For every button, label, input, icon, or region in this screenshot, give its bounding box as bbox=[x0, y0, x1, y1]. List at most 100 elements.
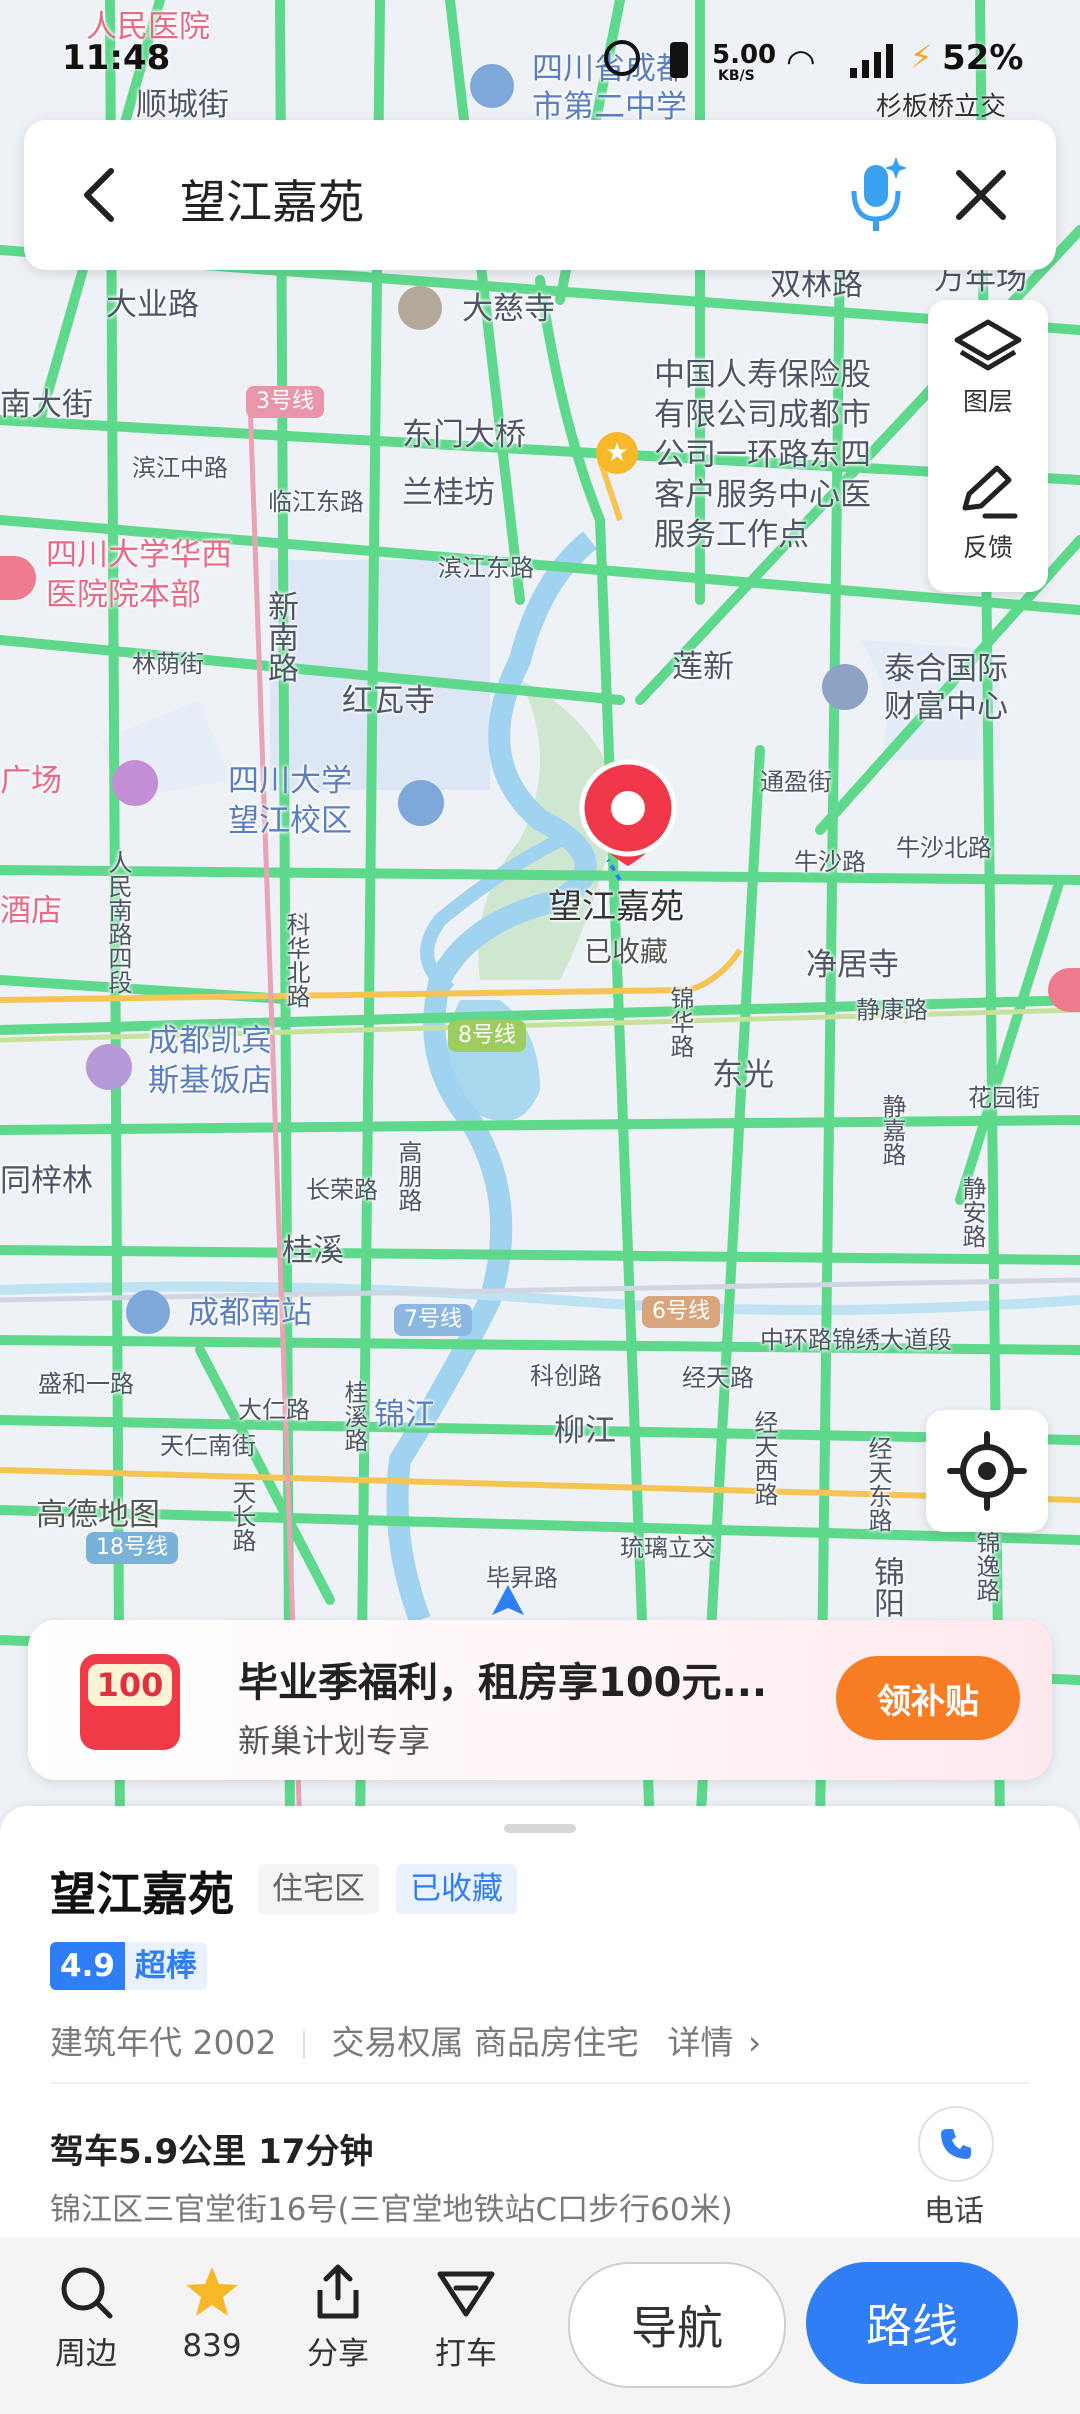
map-label: 滨江东路 bbox=[438, 554, 534, 582]
promo-banner[interactable]: 100 毕业季福利，租房享100元... 新巢计划专享 领补贴 bbox=[28, 1620, 1052, 1780]
claim-subsidy-button[interactable]: 领补贴 bbox=[836, 1656, 1020, 1740]
map-label: 静康路 bbox=[856, 996, 928, 1024]
route-button[interactable]: 路线 bbox=[806, 2262, 1018, 2384]
search-query[interactable]: 望江嘉苑 bbox=[180, 166, 364, 232]
taxi-button[interactable]: 打车 bbox=[416, 2264, 516, 2373]
layers-icon bbox=[954, 319, 1022, 371]
map-label: 东门大桥 bbox=[402, 417, 526, 453]
star-poi-icon: ★ bbox=[596, 432, 638, 474]
search-icon bbox=[61, 2267, 113, 2319]
building-icon bbox=[822, 664, 868, 710]
saved-tag: 已收藏 bbox=[396, 1864, 517, 1914]
map-label: 经天东路 bbox=[864, 1436, 892, 1532]
metro-line-8-badge: 8号线 bbox=[448, 1020, 526, 1053]
net-speed-unit: KB/S bbox=[718, 68, 755, 84]
close-button[interactable] bbox=[946, 160, 1016, 230]
share-icon bbox=[317, 2264, 359, 2319]
metro-line-3-badge: 3号线 bbox=[246, 386, 324, 419]
map-label: 东光 bbox=[712, 1057, 774, 1093]
map-label: 花园街 bbox=[968, 1084, 1040, 1112]
map-label: 中环路锦绣大道段 bbox=[760, 1326, 952, 1354]
map-label: 天长路 bbox=[228, 1480, 256, 1552]
sheet-handle[interactable] bbox=[504, 1824, 576, 1833]
pin-label[interactable]: 望江嘉苑 bbox=[548, 890, 684, 924]
temple-icon bbox=[398, 286, 442, 330]
promo-subtitle: 新巢计划专享 bbox=[238, 1722, 431, 1760]
edit-icon bbox=[962, 465, 1018, 519]
address: 锦江区三官堂街16号(三官堂地铁站C口步行60米) bbox=[50, 2192, 733, 2228]
share-button[interactable]: 分享 bbox=[288, 2264, 388, 2373]
metro-line-6-badge: 6号线 bbox=[642, 1296, 720, 1329]
metro-line-18-badge: 18号线 bbox=[86, 1532, 178, 1565]
microphone-icon bbox=[851, 157, 907, 231]
place-name: 望江嘉苑 bbox=[50, 1867, 234, 1921]
layers-button[interactable]: 图层 bbox=[928, 316, 1048, 418]
signal-icon bbox=[848, 44, 900, 78]
divider bbox=[50, 2082, 1030, 2084]
map-label: 盛和一路 bbox=[38, 1370, 134, 1398]
net-speed: 5.00 bbox=[712, 40, 777, 70]
map-label: 斯基饭店 bbox=[148, 1063, 272, 1099]
map-label: 大业路 bbox=[106, 287, 199, 323]
phone-icon bbox=[941, 2129, 971, 2159]
map-label: 医院院本部 bbox=[46, 577, 201, 613]
favorites-button[interactable]: 839 bbox=[162, 2264, 262, 2364]
metro-line-7-badge: 7号线 bbox=[394, 1304, 472, 1337]
map-label: 财富中心 bbox=[884, 689, 1008, 725]
red-envelope-icon: 100 bbox=[80, 1654, 180, 1750]
info-line[interactable]: 建筑年代 2002 交易权属 商品房住宅 详情 › bbox=[50, 2016, 761, 2064]
station-icon bbox=[126, 1290, 170, 1334]
map-view[interactable]: ★ 人民医院 顺城街 四川省成都 市第二中学 大业路 大慈寺 双林路 万年场 南… bbox=[0, 0, 1080, 1830]
map-label: 通盈街 bbox=[760, 768, 832, 796]
map-label: 客户服务中心医 bbox=[654, 477, 871, 513]
share-label: 分享 bbox=[307, 2336, 369, 2372]
map-label: 泰合国际 bbox=[884, 651, 1008, 687]
phone-label: 电话 bbox=[924, 2194, 984, 2229]
map-label: 大慈寺 bbox=[462, 291, 555, 327]
map-label: 有限公司成都市 bbox=[654, 397, 871, 433]
school-icon bbox=[470, 64, 514, 108]
map-label: 牛沙路 bbox=[794, 848, 866, 876]
map-label: 望江校区 bbox=[228, 803, 352, 839]
navigate-button[interactable]: 导航 bbox=[568, 2262, 786, 2388]
nearby-button[interactable]: 周边 bbox=[36, 2264, 136, 2373]
nearby-label: 周边 bbox=[55, 2336, 117, 2372]
alarm-icon bbox=[604, 40, 640, 76]
feedback-label: 反馈 bbox=[962, 533, 1013, 562]
map-label: 长荣路 bbox=[306, 1176, 378, 1204]
map-label: 净居寺 bbox=[806, 947, 899, 983]
map-label: 四川大学 bbox=[228, 763, 352, 799]
map-label: 琉璃立交 bbox=[620, 1534, 716, 1562]
battery-level: 52% bbox=[942, 38, 1024, 78]
charging-icon: ⚡ bbox=[910, 38, 933, 76]
rating-label: 超棒 bbox=[124, 1942, 207, 1990]
back-button[interactable] bbox=[64, 160, 134, 230]
map-tools-panel: 图层 反馈 bbox=[928, 300, 1048, 592]
voice-search-button[interactable] bbox=[836, 150, 916, 240]
rating-score: 4.9 bbox=[50, 1942, 125, 1990]
map-label: 桂溪路 bbox=[340, 1380, 368, 1452]
map-label: 新南路 bbox=[262, 590, 298, 683]
feedback-button[interactable]: 反馈 bbox=[928, 462, 1048, 564]
status-time: 11:48 bbox=[62, 38, 171, 78]
star-icon bbox=[186, 2267, 238, 2316]
school-icon bbox=[398, 780, 444, 826]
map-label: 成都南站 bbox=[188, 1295, 312, 1331]
map-label: 双林路 bbox=[770, 267, 863, 303]
map-label: 四川大学华西 bbox=[46, 537, 232, 573]
map-label: 酒店 bbox=[0, 893, 62, 929]
ownership: 交易权属 商品房住宅 bbox=[331, 2023, 639, 2062]
locate-me-button[interactable] bbox=[926, 1410, 1048, 1532]
pin-saved-label: 已收藏 bbox=[584, 935, 669, 968]
map-label: 柳江 bbox=[554, 1413, 616, 1449]
map-label: 高朋路 bbox=[394, 1140, 422, 1212]
details-link[interactable]: 详情 bbox=[667, 2023, 733, 2062]
map-label: 成都凯宾 bbox=[148, 1023, 272, 1059]
phone-button[interactable] bbox=[918, 2106, 994, 2182]
map-label: 静安路 bbox=[958, 1176, 986, 1248]
map-label: 广场 bbox=[0, 763, 62, 799]
map-label: 兰桂坊 bbox=[402, 475, 495, 511]
search-bar[interactable]: 望江嘉苑 bbox=[24, 120, 1056, 270]
map-label: 经天西路 bbox=[750, 1410, 778, 1506]
favorites-count: 839 bbox=[182, 2328, 242, 2364]
